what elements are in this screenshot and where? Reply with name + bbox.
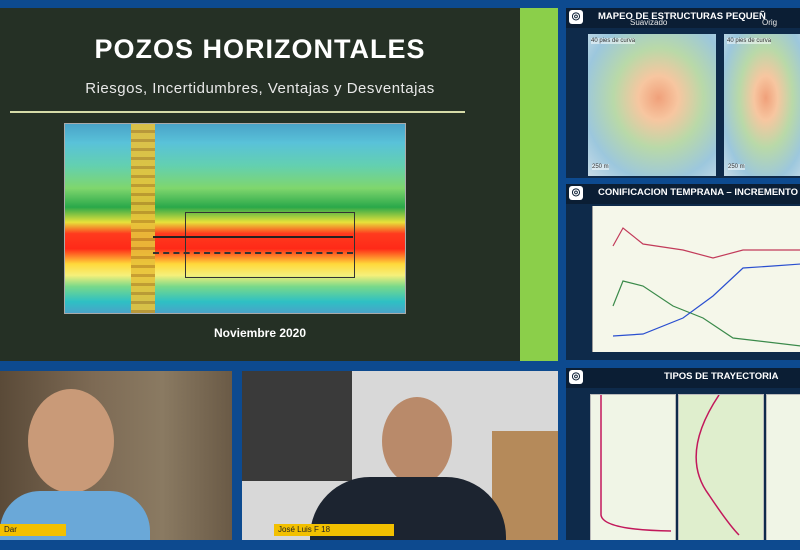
seismic-section-image <box>64 123 406 314</box>
slide-header-bar: ◎ CONIFICACION TEMPRANA – INCREMENTO <box>566 184 800 204</box>
slide-date: Noviembre 2020 <box>213 326 307 340</box>
map-label-left: Suavizado <box>630 18 668 27</box>
wellbore-column <box>131 124 155 313</box>
map-note-right: 40 pies de curva <box>727 38 772 44</box>
side-slide-trajectories[interactable]: ◎ TIPOS DE TRAYECTORIA <box>566 368 800 540</box>
series-line-green <box>612 280 800 347</box>
trajectory-panel-1 <box>590 394 676 540</box>
map-note-left: 40 pies de curva <box>591 38 636 44</box>
participant-face <box>382 397 452 485</box>
series-line-red <box>612 227 800 259</box>
slide-title: POZOS HORIZONTALES <box>94 34 426 64</box>
production-line-chart <box>592 206 800 352</box>
slide-header-title: MAPEO DE ESTRUCTURAS PEQUEÑ <box>598 11 766 22</box>
map-label-right: Orig <box>762 18 778 27</box>
contour-map-left: 40 pies de curva 250 m <box>588 34 716 176</box>
horizontal-well-trajectory <box>153 236 353 254</box>
participant-video-1[interactable]: Dar <box>0 371 232 540</box>
map-scale-right: 250 m <box>728 164 745 170</box>
slide-accent-strip <box>520 8 558 361</box>
window-background <box>242 371 352 481</box>
slide-header-bar: ◎ TIPOS DE TRAYECTORIA <box>566 368 800 388</box>
company-logo-icon: ◎ <box>569 10 583 24</box>
participant-name-tag: Dar <box>0 524 66 536</box>
trajectory-panel-2 <box>678 394 764 540</box>
company-logo-icon: ◎ <box>569 186 583 200</box>
chart-lines <box>612 227 800 347</box>
trajectory-curve-1 <box>600 395 672 532</box>
side-slide-mapping[interactable]: ◎ MAPEO DE ESTRUCTURAS PEQUEÑ Suavizado … <box>566 8 800 178</box>
company-logo-icon: ◎ <box>569 370 583 384</box>
slide-subtitle: Riesgos, Incertidumbres, Ventajas y Desv… <box>85 80 435 97</box>
participant-face <box>28 389 114 493</box>
trajectory-panel-3 <box>766 394 800 540</box>
map-scale-left: 250 m <box>592 164 609 170</box>
side-slide-coning[interactable]: ◎ CONIFICACION TEMPRANA – INCREMENTO <box>566 184 800 360</box>
participant-video-2[interactable]: José Luis F 18 <box>242 371 558 540</box>
trajectory-curve-2 <box>695 394 740 536</box>
slide-header-title: TIPOS DE TRAYECTORIA <box>664 371 779 382</box>
series-line-blue <box>612 263 800 337</box>
contour-map-right: 40 pies de curva 250 m <box>724 34 800 176</box>
main-presentation-slide[interactable]: POZOS HORIZONTALES Riesgos, Incertidumbr… <box>0 8 558 361</box>
slide-header-title: CONIFICACION TEMPRANA – INCREMENTO <box>598 187 799 198</box>
title-divider <box>10 111 465 113</box>
participant-name-tag: José Luis F 18 <box>274 524 394 536</box>
